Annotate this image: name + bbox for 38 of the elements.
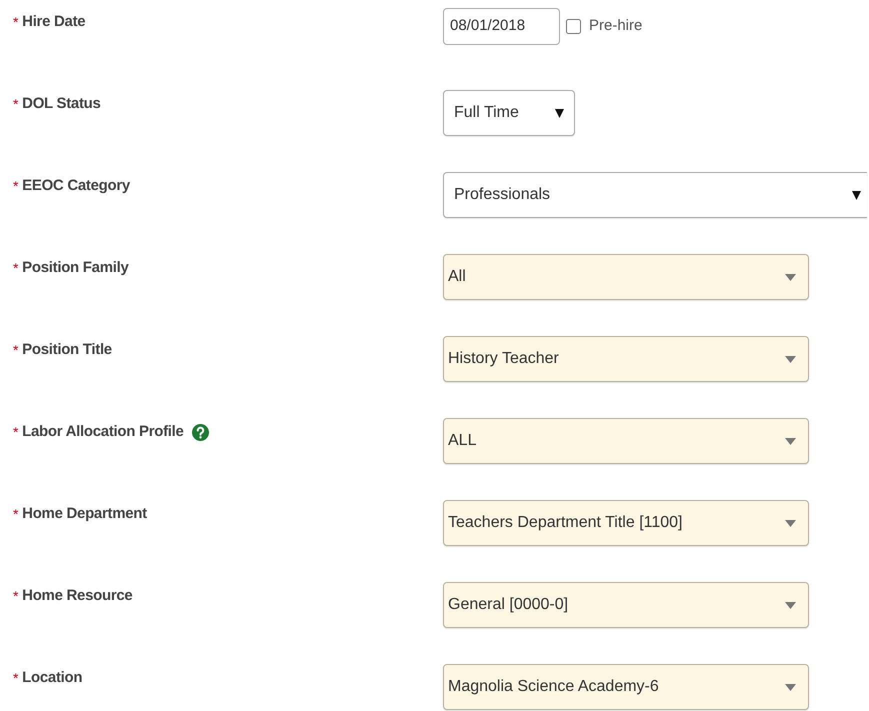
dropdown[interactable]: Teachers Department Title [1100] (443, 500, 809, 546)
caret-icon (785, 520, 796, 526)
required-marker: * (13, 12, 18, 32)
checkbox-label: Pre-hire (589, 16, 642, 36)
caret-icon (785, 274, 796, 280)
dropdown[interactable]: General [0000-0] (443, 582, 809, 628)
caret-icon (785, 438, 796, 444)
required-marker: * (13, 94, 18, 114)
required-marker: * (13, 340, 18, 360)
checkbox[interactable] (566, 19, 581, 34)
dropdown[interactable]: ALL (443, 418, 809, 464)
field-label: EEOC Category (22, 176, 130, 196)
required-marker: * (13, 258, 18, 278)
field-label: Labor Allocation Profile (22, 422, 184, 442)
dropdown[interactable]: All (443, 254, 809, 300)
required-marker: * (13, 668, 18, 688)
required-marker: * (13, 586, 18, 606)
field-label: Home Resource (22, 586, 132, 606)
field-label: Home Department (22, 504, 147, 524)
caret-icon (785, 602, 796, 608)
field-label: Position Family (22, 258, 129, 278)
caret-icon (785, 356, 796, 362)
caret-icon (785, 684, 796, 690)
field-label: Hire Date (22, 12, 86, 32)
field-label: Position Title (22, 340, 112, 360)
dropdown[interactable]: Professionals (443, 172, 867, 218)
date-field[interactable]: 08/01/2018 (443, 8, 560, 45)
caret-icon (852, 190, 861, 200)
dropdown[interactable]: Magnolia Science Academy-6 (443, 664, 809, 710)
required-marker: * (13, 504, 18, 524)
required-marker: * (13, 176, 18, 196)
dropdown[interactable]: History Teacher (443, 336, 809, 382)
help-icon[interactable] (192, 424, 209, 441)
caret-icon (555, 108, 564, 118)
dropdown[interactable]: Full Time (443, 90, 575, 136)
field-label: Location (22, 668, 82, 688)
field-label: DOL Status (22, 94, 101, 114)
required-marker: * (13, 422, 18, 442)
